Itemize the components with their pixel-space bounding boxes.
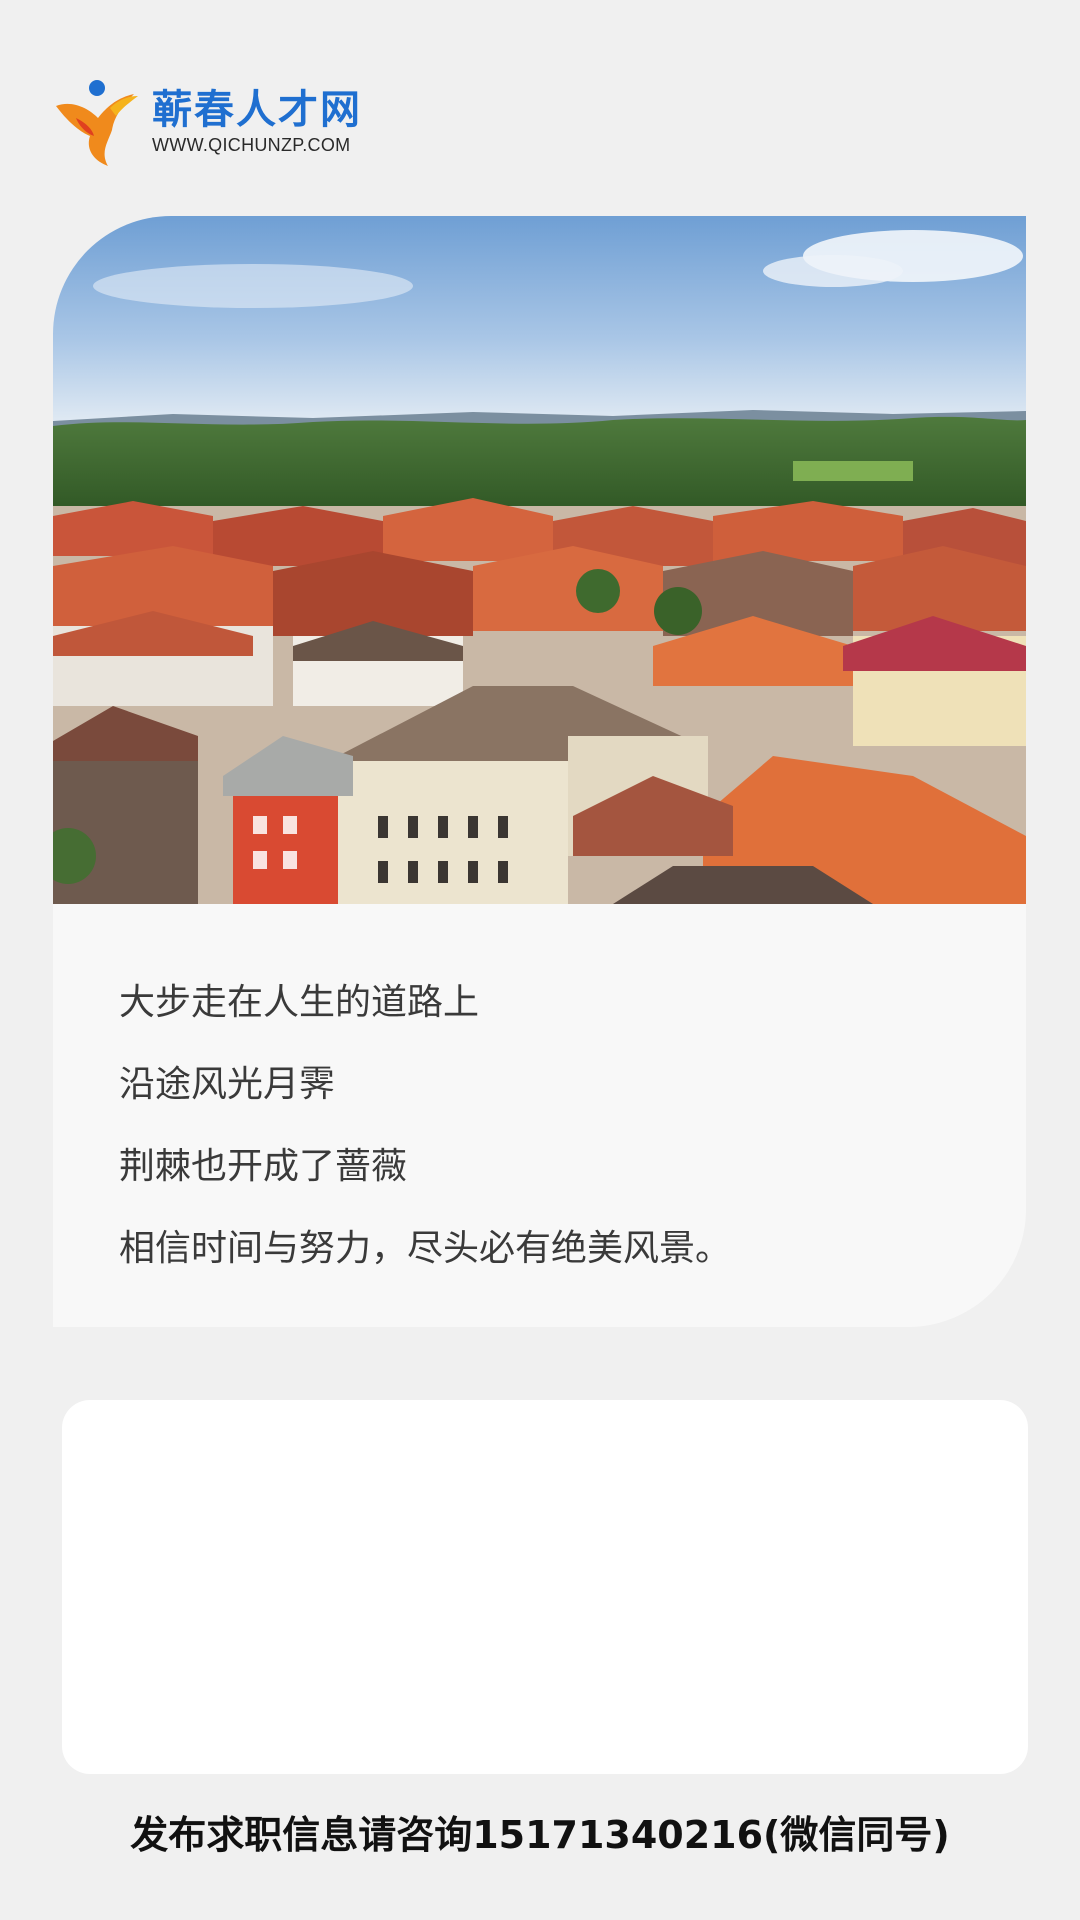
logo-url: WWW.QICHUNZP.COM [152, 135, 351, 155]
quote-text-block: 大步走在人生的道路上 沿途风光月霁 荆棘也开成了蔷薇 相信时间与努力，尽头必有绝… [119, 962, 731, 1290]
blank-content-panel [62, 1400, 1028, 1774]
quote-line: 大步走在人生的道路上 [119, 982, 480, 1023]
quote-card: 大步走在人生的道路上 沿途风光月霁 荆棘也开成了蔷薇 相信时间与努力，尽头必有绝… [53, 216, 1026, 1327]
quote-line: 相信时间与努力，尽头必有绝美风景。 [119, 1228, 732, 1269]
contact-footer-text: 发布求职信息请咨询15171340216(微信同号) [130, 1813, 950, 1857]
logo-text-group: 蕲春人才网 WWW.QICHUNZP.COM [152, 88, 362, 158]
quote-line: 荆棘也开成了蔷薇 [119, 1146, 408, 1187]
town-rooftops-photo [53, 216, 1026, 904]
running-person-logo-icon [54, 78, 140, 168]
quote-line: 沿途风光月霁 [119, 1064, 336, 1105]
site-logo[interactable]: 蕲春人才网 WWW.QICHUNZP.COM [54, 78, 362, 168]
logo-name: 蕲春人才网 [152, 87, 362, 133]
